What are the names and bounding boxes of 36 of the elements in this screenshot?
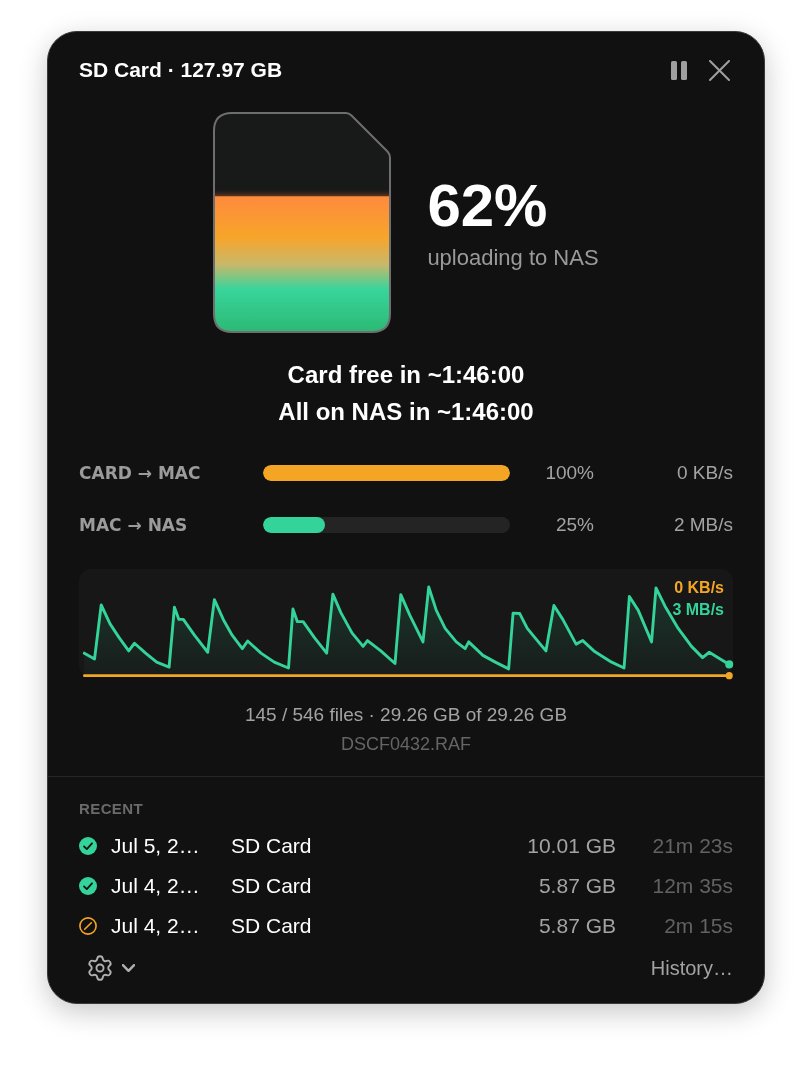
transfer-label: MAC → NAS <box>79 515 189 535</box>
settings-menu-button[interactable] <box>87 955 135 981</box>
transfer-label: CARD → MAC <box>79 463 202 483</box>
session-date: Jul 5, 2… <box>111 833 200 859</box>
time-estimate: All on NAS in ~1:46:00 <box>278 397 534 427</box>
session-date: Jul 4, 2… <box>111 913 200 939</box>
close-button[interactable] <box>709 59 730 81</box>
speed-reading: 3 MB/s <box>672 600 724 620</box>
transfer-speed: 2 MB/s <box>673 514 733 536</box>
session-size: 5.87 GB <box>538 913 616 939</box>
window-title: SD Card · 127.97 GB <box>79 57 283 83</box>
pause-icon <box>671 60 687 80</box>
settings-icon <box>87 955 113 981</box>
status-text: uploading to NAS <box>427 243 599 272</box>
session-duration: 2m 15s <box>664 913 733 939</box>
history-link[interactable]: History… <box>650 955 733 981</box>
chevron-down-icon <box>122 964 135 972</box>
close-icon <box>709 59 730 81</box>
session-size: 10.01 GB <box>527 833 616 859</box>
session-duration: 21m 23s <box>652 833 733 859</box>
transfer-speed: 0 KB/s <box>677 462 733 484</box>
time-estimate: Card free in ~1:46:00 <box>287 360 525 390</box>
section-heading: RECENT <box>79 800 145 818</box>
session-duration: 12m 35s <box>652 873 733 899</box>
transfer-percent: 100% <box>545 462 594 484</box>
source-name: SD Card <box>231 833 312 859</box>
file-summary: 145 / 546 files · 29.26 GB of 29.26 GB <box>243 703 569 727</box>
session-size: 5.87 GB <box>538 873 616 899</box>
progress-percent: 62% <box>427 173 548 238</box>
transfer-percent: 25% <box>555 514 594 536</box>
source-name: SD Card <box>231 913 312 939</box>
source-name: SD Card <box>231 873 312 899</box>
speed-reading: 0 KB/s <box>674 578 724 598</box>
current-file-name: DSCF0432.RAF <box>339 733 472 756</box>
session-date: Jul 4, 2… <box>111 873 200 899</box>
pause-button[interactable] <box>671 60 687 80</box>
